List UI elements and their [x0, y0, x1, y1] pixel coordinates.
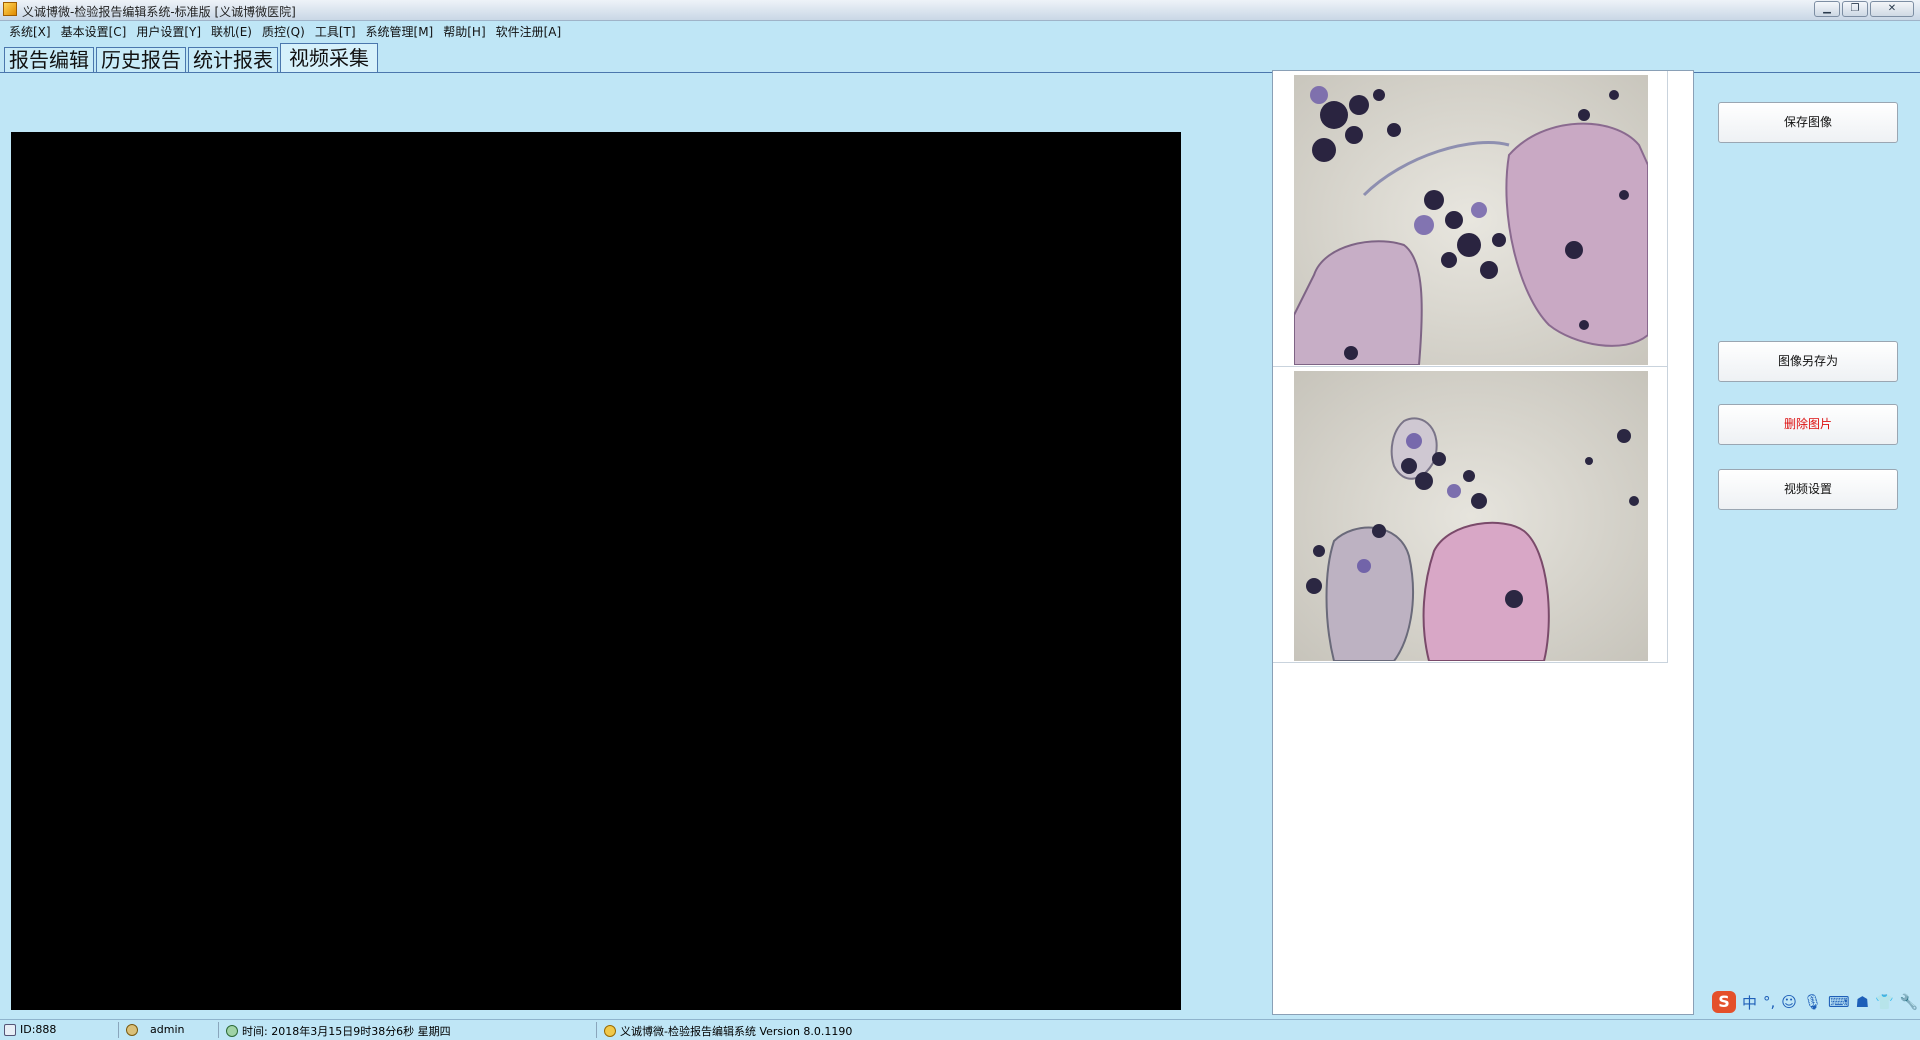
- wrench-icon[interactable]: 🔧: [1900, 993, 1919, 1011]
- status-app-version: 义诚博微-检验报告编辑系统 Version 8.0.1190: [620, 1025, 853, 1038]
- message-icon: [604, 1025, 616, 1037]
- window-controls: ▁ ❐ ✕: [1814, 1, 1914, 17]
- status-separator: [596, 1022, 597, 1038]
- status-time-section: 时间: 2018年3月15日9时38分6秒 星期四: [226, 1023, 451, 1039]
- menu-tools[interactable]: 工具[T]: [310, 23, 361, 40]
- sogou-logo-icon[interactable]: S: [1712, 991, 1736, 1013]
- title-bar: 义诚博微-检验报告编辑系统-标准版 [义诚博微医院] ▁ ❐ ✕: [0, 0, 1920, 21]
- tab-strip: 报告编辑 历史报告 统计报表 视频采集: [4, 43, 380, 72]
- tab-report-edit[interactable]: 报告编辑: [4, 47, 94, 72]
- captured-image-1[interactable]: [1294, 75, 1648, 365]
- menu-help[interactable]: 帮助[H]: [438, 23, 490, 40]
- clock-icon: [226, 1025, 238, 1037]
- tab-statistics[interactable]: 统计报表: [188, 47, 278, 72]
- micrograph-image-1: [1294, 75, 1648, 365]
- restore-icon[interactable]: ❐: [1842, 1, 1868, 17]
- video-preview[interactable]: [11, 132, 1181, 1010]
- app-icon: [3, 2, 17, 16]
- micrograph-image-2: [1294, 371, 1648, 661]
- tab-history-report[interactable]: 历史报告: [96, 47, 186, 72]
- skin-icon[interactable]: 👕: [1875, 993, 1894, 1011]
- status-user: admin: [150, 1023, 185, 1036]
- status-user-section: admin: [126, 1023, 184, 1036]
- menu-system-management[interactable]: 系统管理[M]: [361, 23, 439, 40]
- menu-basic-settings[interactable]: 基本设置[C]: [56, 23, 132, 40]
- ime-punctuation[interactable]: °,: [1763, 993, 1775, 1011]
- video-settings-button[interactable]: 视频设置: [1718, 469, 1898, 510]
- captured-image-2[interactable]: [1294, 371, 1648, 661]
- user-icon: [126, 1023, 138, 1036]
- menu-quality-control[interactable]: 质控(Q): [257, 23, 310, 40]
- status-id: ID:888: [20, 1023, 57, 1036]
- status-id-section: ID:888: [4, 1023, 56, 1036]
- ime-language[interactable]: 中: [1742, 992, 1757, 1013]
- captured-images-panel[interactable]: [1272, 70, 1694, 1015]
- minimize-icon[interactable]: ▁: [1814, 1, 1840, 17]
- status-separator: [118, 1022, 119, 1038]
- menu-register[interactable]: 软件注册[A]: [491, 23, 567, 40]
- tab-video-capture[interactable]: 视频采集: [280, 43, 378, 72]
- status-app-section: 义诚博微-检验报告编辑系统 Version 8.0.1190: [604, 1023, 852, 1039]
- user-icon[interactable]: ☗: [1856, 993, 1869, 1011]
- menu-bar: 系统[X] 基本设置[C] 用户设置[Y] 联机(E) 质控(Q) 工具[T] …: [0, 21, 1920, 41]
- menu-online[interactable]: 联机(E): [206, 23, 257, 40]
- computer-icon: [4, 1023, 16, 1036]
- status-time: 时间: 2018年3月15日9时38分6秒 星期四: [242, 1025, 451, 1038]
- emoji-icon[interactable]: ☺: [1781, 993, 1797, 1011]
- menu-system[interactable]: 系统[X]: [4, 23, 56, 40]
- close-icon[interactable]: ✕: [1870, 1, 1914, 17]
- delete-image-button[interactable]: 删除图片: [1718, 404, 1898, 445]
- menu-user-settings[interactable]: 用户设置[Y]: [131, 23, 206, 40]
- keyboard-icon[interactable]: ⌨: [1828, 993, 1850, 1011]
- microphone-icon[interactable]: 🎙: [1803, 993, 1822, 1011]
- save-image-button[interactable]: 保存图像: [1718, 102, 1898, 143]
- ime-toolbar[interactable]: S 中 °, ☺ 🎙 ⌨ ☗ 👕 🔧: [1712, 990, 1918, 1014]
- save-image-as-button[interactable]: 图像另存为: [1718, 341, 1898, 382]
- status-separator: [218, 1022, 219, 1038]
- window-title: 义诚博微-检验报告编辑系统-标准版 [义诚博微医院]: [22, 5, 296, 19]
- status-bar: ID:888 admin 时间: 2018年3月15日9时38分6秒 星期四 义…: [0, 1019, 1920, 1040]
